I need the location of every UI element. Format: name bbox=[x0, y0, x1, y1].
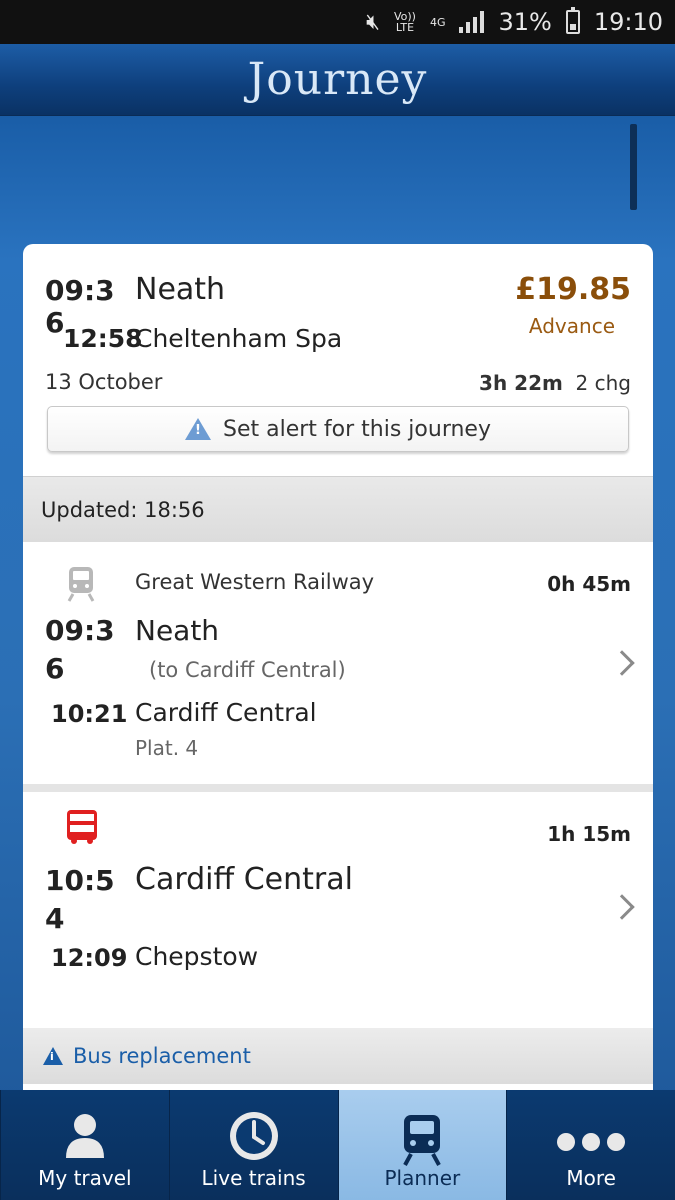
network-indicator: 4G bbox=[429, 15, 446, 29]
bottom-nav: My travel Live trains Planner More bbox=[0, 1090, 675, 1200]
set-alert-button[interactable]: ! Set alert for this journey bbox=[47, 406, 629, 452]
leg-depart-time-wrap: 4 bbox=[45, 902, 65, 935]
depart-time: 09:3 bbox=[45, 274, 115, 307]
app-header: Journey bbox=[0, 44, 675, 116]
chevron-right-icon bbox=[609, 650, 635, 676]
train-icon bbox=[67, 567, 95, 602]
nav-planner-label: Planner bbox=[384, 1166, 461, 1190]
leg-arrive-station: Chepstow bbox=[135, 942, 259, 971]
depart-station: Neath bbox=[135, 272, 226, 307]
updated-bar: Updated: 18:56 bbox=[23, 476, 653, 542]
nav-my-travel[interactable]: My travel bbox=[0, 1090, 169, 1200]
arrive-time: 12:58 bbox=[63, 324, 143, 353]
leg-duration: 1h 15m bbox=[547, 822, 631, 846]
nav-more-label: More bbox=[566, 1166, 616, 1190]
dots-icon bbox=[557, 1133, 626, 1151]
journey-summary[interactable]: 09:3 6 Neath 12:58 Cheltenham Spa £19.85… bbox=[23, 244, 653, 476]
journey-leg[interactable]: Great Western Railway 0h 45m 09:3 6 Neat… bbox=[23, 542, 653, 784]
leg-depart-time-wrap: 6 bbox=[45, 652, 65, 685]
leg-depart-station: Neath bbox=[135, 614, 220, 647]
bus-replacement-label: Bus replacement bbox=[73, 1044, 251, 1068]
leg-operator: Great Western Railway bbox=[135, 570, 375, 594]
page-title: Journey bbox=[247, 54, 428, 105]
person-icon bbox=[65, 1114, 104, 1158]
leg-depart-time: 10:5 bbox=[45, 864, 115, 897]
battery-percent: 31% bbox=[498, 8, 552, 36]
warning-icon: ! bbox=[185, 418, 212, 440]
nav-planner[interactable]: Planner bbox=[337, 1090, 507, 1200]
clock-time: 19:10 bbox=[593, 8, 663, 36]
battery-icon bbox=[565, 7, 580, 34]
journey-leg[interactable]: 1h 15m 10:5 4 Cardiff Central 12:09 Chep… bbox=[23, 784, 653, 1028]
volte-indicator: Vo)) LTE bbox=[393, 10, 416, 34]
journey-date: 13 October bbox=[45, 370, 163, 394]
nav-my-travel-label: My travel bbox=[38, 1166, 132, 1190]
journey-card: 09:3 6 Neath 12:58 Cheltenham Spa £19.85… bbox=[23, 244, 653, 1124]
leg-arrive-time: 12:09 bbox=[51, 944, 128, 972]
leg-arrive-time: 10:21 bbox=[51, 700, 128, 728]
journey-duration: 3h 22m bbox=[479, 371, 563, 395]
train-icon bbox=[403, 1115, 442, 1166]
set-alert-label: Set alert for this journey bbox=[223, 416, 491, 442]
leg-arrive-station: Cardiff Central bbox=[135, 698, 317, 727]
nav-live-trains[interactable]: Live trains bbox=[168, 1090, 338, 1200]
status-bar: 🔇︎ Vo)) LTE 4G 31% 19:10 bbox=[0, 0, 675, 44]
journey-changes: 2 chg bbox=[575, 371, 631, 395]
signal-icon bbox=[459, 11, 485, 33]
leg-destination-note: (to Cardiff Central) bbox=[149, 658, 346, 682]
chevron-right-icon bbox=[609, 894, 635, 920]
leg-platform: Plat. 4 bbox=[135, 736, 199, 760]
fare-type: Advance bbox=[528, 314, 615, 338]
clock-icon bbox=[229, 1112, 278, 1160]
mute-icon: 🔇︎ bbox=[366, 9, 380, 35]
leg-depart-station: Cardiff Central bbox=[135, 862, 353, 897]
nav-live-trains-label: Live trains bbox=[201, 1166, 306, 1190]
info-icon: i bbox=[43, 1047, 63, 1065]
leg-depart-time: 09:3 bbox=[45, 614, 115, 647]
updated-label: Updated: 18:56 bbox=[41, 497, 205, 522]
leg-duration: 0h 45m bbox=[547, 572, 631, 596]
arrive-station: Cheltenham Spa bbox=[135, 324, 343, 353]
depart-time-wrap: 6 bbox=[45, 306, 65, 339]
bus-icon bbox=[67, 810, 97, 844]
bus-replacement-notice[interactable]: i Bus replacement bbox=[23, 1028, 653, 1084]
nav-more[interactable]: More bbox=[506, 1090, 675, 1200]
scroll-indicator bbox=[630, 124, 637, 210]
fare-price: £19.85 bbox=[515, 272, 631, 307]
journey-duration-changes: 3h 22m 2 chg bbox=[479, 371, 631, 395]
